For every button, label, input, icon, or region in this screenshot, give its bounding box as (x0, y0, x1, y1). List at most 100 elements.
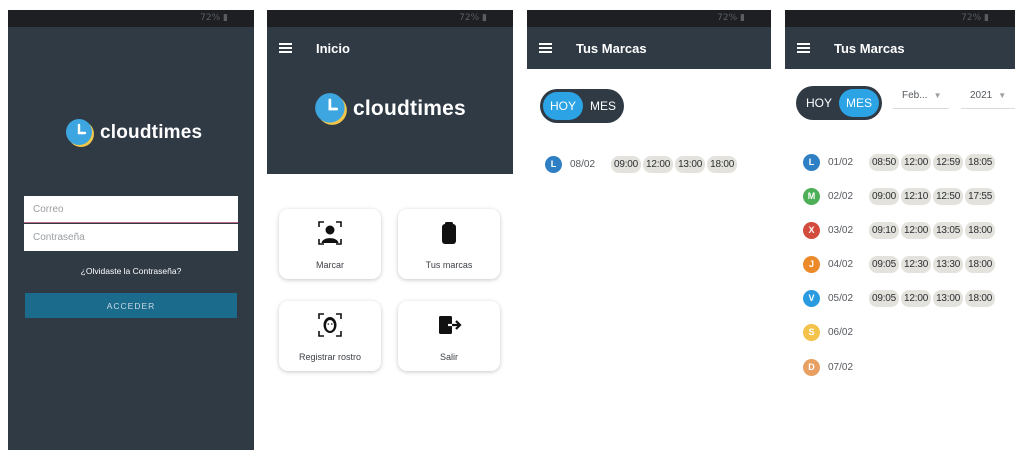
time-chip: 09:00 (611, 155, 642, 173)
year-select-value: 2021 (970, 90, 993, 101)
divider (893, 108, 949, 109)
time-chip: 12:00 (901, 153, 932, 171)
time-chip: 12:59 (933, 153, 964, 171)
day-date: 07/02 (828, 361, 854, 373)
list-item[interactable]: X 03/02 09:10 12:00 13:05 18:00 (803, 219, 997, 241)
brand-name: cloudtimes (100, 122, 203, 143)
day-badge: L (803, 153, 820, 171)
day-date: 02/02 (828, 190, 854, 202)
clipboard-icon (436, 220, 462, 251)
face-scan-icon (317, 312, 343, 343)
time-chip: 12:00 (901, 289, 932, 307)
time-chip: 09:10 (869, 221, 900, 239)
time-chip: 13:00 (675, 155, 706, 173)
time-chip: 13:05 (933, 221, 964, 239)
time-chip: 18:00 (965, 221, 996, 239)
login-screen: 72% ▮ cloudtimes ¿Olvidaste la Contraseñ… (8, 10, 254, 450)
month-marks-screen: 72% ▮ Tus Marcas HOY MES Feb... ▼ 2021 ▼ L… (785, 10, 1015, 450)
day-date: 01/02 (828, 156, 854, 168)
list-item[interactable]: S 06/02 (803, 321, 864, 343)
list-item[interactable]: L 01/02 08:50 12:00 12:59 18:05 (803, 151, 997, 173)
day-badge: V (803, 289, 820, 307)
day-date: 06/02 (828, 326, 854, 338)
time-chip: 12:30 (901, 255, 932, 273)
time-chip: 12:00 (901, 221, 932, 239)
status-bar: 72% ▮ (267, 10, 513, 27)
home-screen: 72% ▮ Inicio cloudtimes Marcar Tus marca… (267, 10, 513, 450)
day-badge: X (803, 221, 820, 239)
page-title: Inicio (316, 40, 350, 56)
brand-name: cloudtimes (353, 97, 466, 120)
day-badge: M (803, 187, 820, 205)
time-chips: 09:00 12:10 12:50 17:55 (869, 187, 997, 205)
status-bar: 72% ▮ (527, 10, 771, 27)
toggle-hoy[interactable]: HOY (543, 92, 584, 120)
time-chip: 12:50 (933, 187, 964, 205)
app-bar: Tus Marcas (527, 27, 771, 69)
page-title: Tus Marcas (576, 40, 647, 56)
period-toggle: HOY MES (796, 86, 882, 120)
menu-icon[interactable] (797, 43, 810, 53)
tile-marcar[interactable]: Marcar (279, 209, 381, 279)
divider (961, 108, 1015, 109)
month-select-value: Feb... (902, 90, 928, 101)
app-logo: cloudtimes (65, 118, 202, 148)
today-marks-screen: 72% ▮ Tus Marcas HOY MES L 08/02 09:00 1… (527, 10, 771, 450)
status-bar: 72% ▮ (8, 10, 254, 27)
list-item[interactable]: J 04/02 09:05 12:30 13:30 18:00 (803, 253, 997, 275)
day-badge: D (803, 358, 820, 376)
password-field-wrapper (24, 224, 238, 251)
time-chip: 18:00 (707, 155, 738, 173)
toggle-hoy[interactable]: HOY (799, 89, 839, 117)
tile-registrar-rostro[interactable]: Registrar rostro (279, 301, 381, 371)
tile-tus-marcas[interactable]: Tus marcas (398, 209, 500, 279)
chevron-down-icon: ▼ (998, 91, 1007, 100)
email-field[interactable] (33, 203, 238, 215)
time-chips: 09:05 12:00 13:00 18:00 (869, 289, 997, 307)
day-date: 05/02 (828, 292, 854, 304)
month-select[interactable]: Feb... ▼ (902, 90, 942, 101)
app-logo: cloudtimes (314, 92, 466, 126)
tile-label: Registrar rostro (298, 352, 361, 362)
day-date: 04/02 (828, 258, 854, 270)
app-bar: Inicio (267, 27, 513, 69)
time-chip: 17:55 (965, 187, 996, 205)
period-toggle: HOY MES (540, 89, 624, 123)
time-chips: 09:10 12:00 13:05 18:00 (869, 221, 997, 239)
time-chip: 09:00 (869, 187, 900, 205)
list-item[interactable]: V 05/02 09:05 12:00 13:00 18:00 (803, 287, 997, 309)
tile-label: Salir (439, 352, 458, 362)
time-chip: 08:50 (869, 153, 900, 171)
person-icon (317, 220, 343, 251)
page-title: Tus Marcas (834, 40, 905, 56)
list-item[interactable]: M 02/02 09:00 12:10 12:50 17:55 (803, 185, 997, 207)
day-date: 08/02 (570, 158, 596, 170)
brand-banner: cloudtimes (267, 69, 513, 174)
day-badge: S (803, 323, 820, 341)
time-chip: 09:05 (869, 289, 900, 307)
tile-salir[interactable]: Salir (398, 301, 500, 371)
forgot-password-link[interactable]: ¿Olvidaste la Contraseña? (8, 266, 254, 276)
password-field[interactable] (33, 232, 238, 243)
time-chip: 18:05 (965, 153, 996, 171)
time-chip: 09:05 (869, 255, 900, 273)
time-chip: 18:00 (965, 255, 996, 273)
login-button[interactable]: ACCEDER (25, 293, 237, 318)
chevron-down-icon: ▼ (933, 91, 942, 100)
clock-logo-icon (65, 118, 95, 148)
year-select[interactable]: 2021 ▼ (970, 90, 1006, 101)
email-field-wrapper (24, 196, 238, 223)
time-chip: 12:10 (901, 187, 932, 205)
list-item[interactable]: L 08/02 09:00 12:00 13:00 18:00 (545, 153, 739, 175)
time-chips: 08:50 12:00 12:59 18:05 (869, 153, 997, 171)
toggle-mes[interactable]: MES (839, 89, 880, 117)
list-item[interactable]: D 07/02 (803, 356, 864, 378)
toggle-mes[interactable]: MES (583, 92, 623, 120)
day-date: 03/02 (828, 224, 854, 236)
day-badge: J (803, 255, 820, 273)
time-chip: 12:00 (643, 155, 674, 173)
app-bar: Tus Marcas (785, 27, 1015, 69)
menu-icon[interactable] (279, 43, 292, 53)
tile-label: Marcar (315, 260, 344, 270)
menu-icon[interactable] (539, 43, 552, 53)
